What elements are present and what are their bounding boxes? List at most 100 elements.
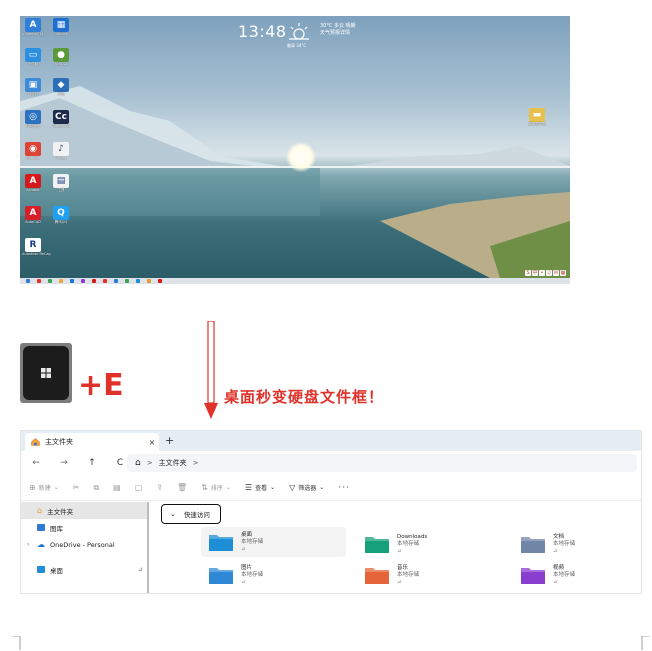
app-icon: ▦ (53, 18, 69, 32)
new-icon: ⊕ (29, 483, 36, 492)
taskbar-app-icon[interactable] (70, 279, 74, 283)
desktop-icon[interactable]: A Acrobat (22, 174, 44, 192)
taskbar-app-icon[interactable] (81, 279, 85, 283)
folder-name: Downloads (397, 533, 428, 540)
chevron-down-icon: ⌄ (225, 484, 231, 491)
nav-item-gallery[interactable]: 图库 (21, 519, 149, 536)
sort-button[interactable]: ⇅ 排序 ⌄ (201, 483, 231, 492)
tray-icon[interactable]: ▦ (560, 270, 566, 276)
weather-widget[interactable]: 30°C 多云 晴朗 天气预报详情 (320, 23, 356, 37)
delete-button[interactable]: 🗑 (177, 483, 187, 492)
tray-icon[interactable]: ♫ (546, 270, 552, 276)
desktop-icon[interactable]: Q 腾讯QQ (50, 206, 72, 224)
breadcrumb-separator[interactable]: > (147, 459, 153, 467)
desktop-icon[interactable]: ◉ Chrome (22, 142, 44, 160)
desktop-icon[interactable]: A AutoCAD (22, 206, 44, 224)
content-area: ⌄ 快速访问 桌面 本地存储 ⊿ Downloads 本地存储 ⊿ 文档 本地存储 ⊿ 图片 本地存… (159, 503, 641, 593)
forward-button[interactable]: → (57, 458, 71, 468)
app-icon: A (25, 18, 41, 32)
address-bar[interactable]: ⌂ > 主文件夹 > (127, 454, 637, 472)
breadcrumb-chevron[interactable]: > (193, 459, 199, 467)
filter-button[interactable]: ▽ 筛选器 ⌄ (289, 483, 324, 492)
new-tab-button[interactable]: + (165, 434, 174, 447)
cut-button[interactable]: ✂ (73, 483, 80, 492)
home-icon[interactable]: ⌂ (135, 458, 141, 468)
taskbar-app-icon[interactable] (114, 279, 118, 283)
app-icon: Q (53, 206, 69, 220)
new-button[interactable]: ⊕ 新建 ⌄ (29, 483, 59, 492)
taskbar-app-icon[interactable] (48, 279, 52, 283)
desktop-icon-label: Outlook (54, 32, 68, 36)
tab-home[interactable]: 主文件夹 × (25, 433, 159, 451)
close-icon[interactable]: × (145, 438, 159, 447)
taskbar-app-icon[interactable] (92, 279, 96, 283)
desktop-icon[interactable]: ▬ 新建文件夹 (526, 108, 548, 126)
desktop-icon[interactable]: ◆ 网络 (50, 78, 72, 96)
desktop-icon-label: 此电脑 (27, 62, 39, 66)
quick-access-item[interactable]: 文档 本地存储 ⊿ (513, 529, 641, 559)
taskbar-app-icon[interactable] (158, 279, 162, 283)
tray-icon[interactable]: ✉ (553, 270, 559, 276)
refresh-button[interactable]: C (113, 458, 127, 468)
pin-icon: ⊿ (241, 578, 246, 585)
back-button[interactable]: ← (29, 458, 43, 468)
nav-item-desktop[interactable]: 桌面 ⊿ (21, 561, 149, 578)
pin-icon: ⊿ (397, 547, 402, 554)
paste-button[interactable]: ▤ (113, 483, 121, 492)
quick-access-item[interactable]: 图片 本地存储 ⊿ (201, 560, 346, 590)
desktop-icon[interactable]: ▭ 此电脑 (22, 48, 44, 66)
taskbar-app-icon[interactable] (125, 279, 129, 283)
share-button[interactable]: ⇪ (156, 483, 163, 492)
quick-access-item[interactable]: 桌面 本地存储 ⊿ (201, 527, 346, 557)
taskbar-app-icon[interactable] (147, 279, 151, 283)
view-button[interactable]: ☰ 查看 ⌄ (245, 483, 275, 492)
desktop-icon[interactable]: ● NVIDIA (50, 48, 72, 66)
quick-access-meta: 图片 本地存储 ⊿ (241, 565, 263, 586)
quick-access-header[interactable]: ⌄ 快速访问 (161, 504, 221, 524)
quick-access-item[interactable]: 视频 本地存储 ⊿ (513, 560, 641, 590)
desktop-icon[interactable]: ▦ Outlook (50, 18, 72, 36)
app-icon: ◉ (25, 142, 41, 156)
rename-icon: ▢ (134, 483, 143, 492)
ime-icon[interactable]: S (525, 270, 531, 276)
desktop-icon[interactable]: ♪ iTunes (50, 142, 72, 160)
view-icon: ☰ (244, 483, 253, 492)
nav-item-label: 图库 (50, 524, 63, 533)
breadcrumb-home[interactable]: 主文件夹 (159, 458, 187, 468)
pane-divider[interactable] (147, 502, 149, 593)
taskbar-app-icon[interactable] (136, 279, 140, 283)
nav-item-home[interactable]: ⌂ 主文件夹 (21, 502, 149, 519)
rename-button[interactable]: ▢ (135, 483, 143, 492)
desktop-icon[interactable]: ▤ 工具 (50, 174, 72, 192)
desktop-icon[interactable]: Cc Adobe CC (50, 110, 72, 128)
desktop-icon[interactable]: ◎ 控制面板 (22, 110, 44, 128)
tray-icon[interactable]: • (539, 270, 545, 276)
up-button[interactable]: ↑ (85, 458, 99, 468)
quick-access-meta: Downloads 本地存储 ⊿ (397, 534, 427, 555)
taskbar-app-icon[interactable] (26, 279, 30, 283)
quick-access-item[interactable]: Downloads 本地存储 ⊿ (357, 529, 502, 559)
taskbar[interactable] (20, 278, 570, 284)
copy-button[interactable]: ⧉ (93, 483, 99, 493)
more-options-button[interactable]: ··· (338, 483, 350, 493)
folder-location: 本地存储 (553, 571, 576, 578)
taskbar-app-icon[interactable] (37, 279, 41, 283)
windows-key (20, 343, 72, 403)
desktop-icon[interactable]: A Windows 11 (22, 18, 44, 36)
desktop-screenshot: 13:48 30°C 多云 晴朗 天气预报详情 最高 34°C A Windows… (20, 16, 570, 284)
chevron-right-icon[interactable]: › (27, 541, 29, 548)
taskbar-app-icon[interactable] (59, 279, 63, 283)
desktop-icon[interactable]: R Autodesk ReCap (22, 238, 51, 256)
pin-icon: ⊿ (241, 545, 246, 552)
quick-access-item[interactable]: 音乐 本地存储 ⊿ (357, 560, 502, 590)
app-icon: ◆ (53, 78, 69, 92)
folder-location: 本地存储 (241, 538, 264, 545)
desktop-icon[interactable]: ▣ 回收站 (22, 78, 44, 96)
folder-name: 桌面 (241, 531, 253, 538)
command-bar: ⊕ 新建 ⌄ ✂ ⧉ ▤ ▢ ⇪ 🗑 ⇅ 排序 ⌄ ☰ 查看 ⌄ ▽ 筛选器 ⌄… (21, 475, 641, 501)
nav-item-label: 主文件夹 (47, 507, 74, 516)
taskbar-app-icon[interactable] (103, 279, 107, 283)
filter-icon: ▽ (289, 483, 296, 492)
nav-item-onedrive[interactable]: › ☁ OneDrive - Personal (21, 536, 149, 553)
tray-icon[interactable]: 中 (532, 270, 538, 276)
